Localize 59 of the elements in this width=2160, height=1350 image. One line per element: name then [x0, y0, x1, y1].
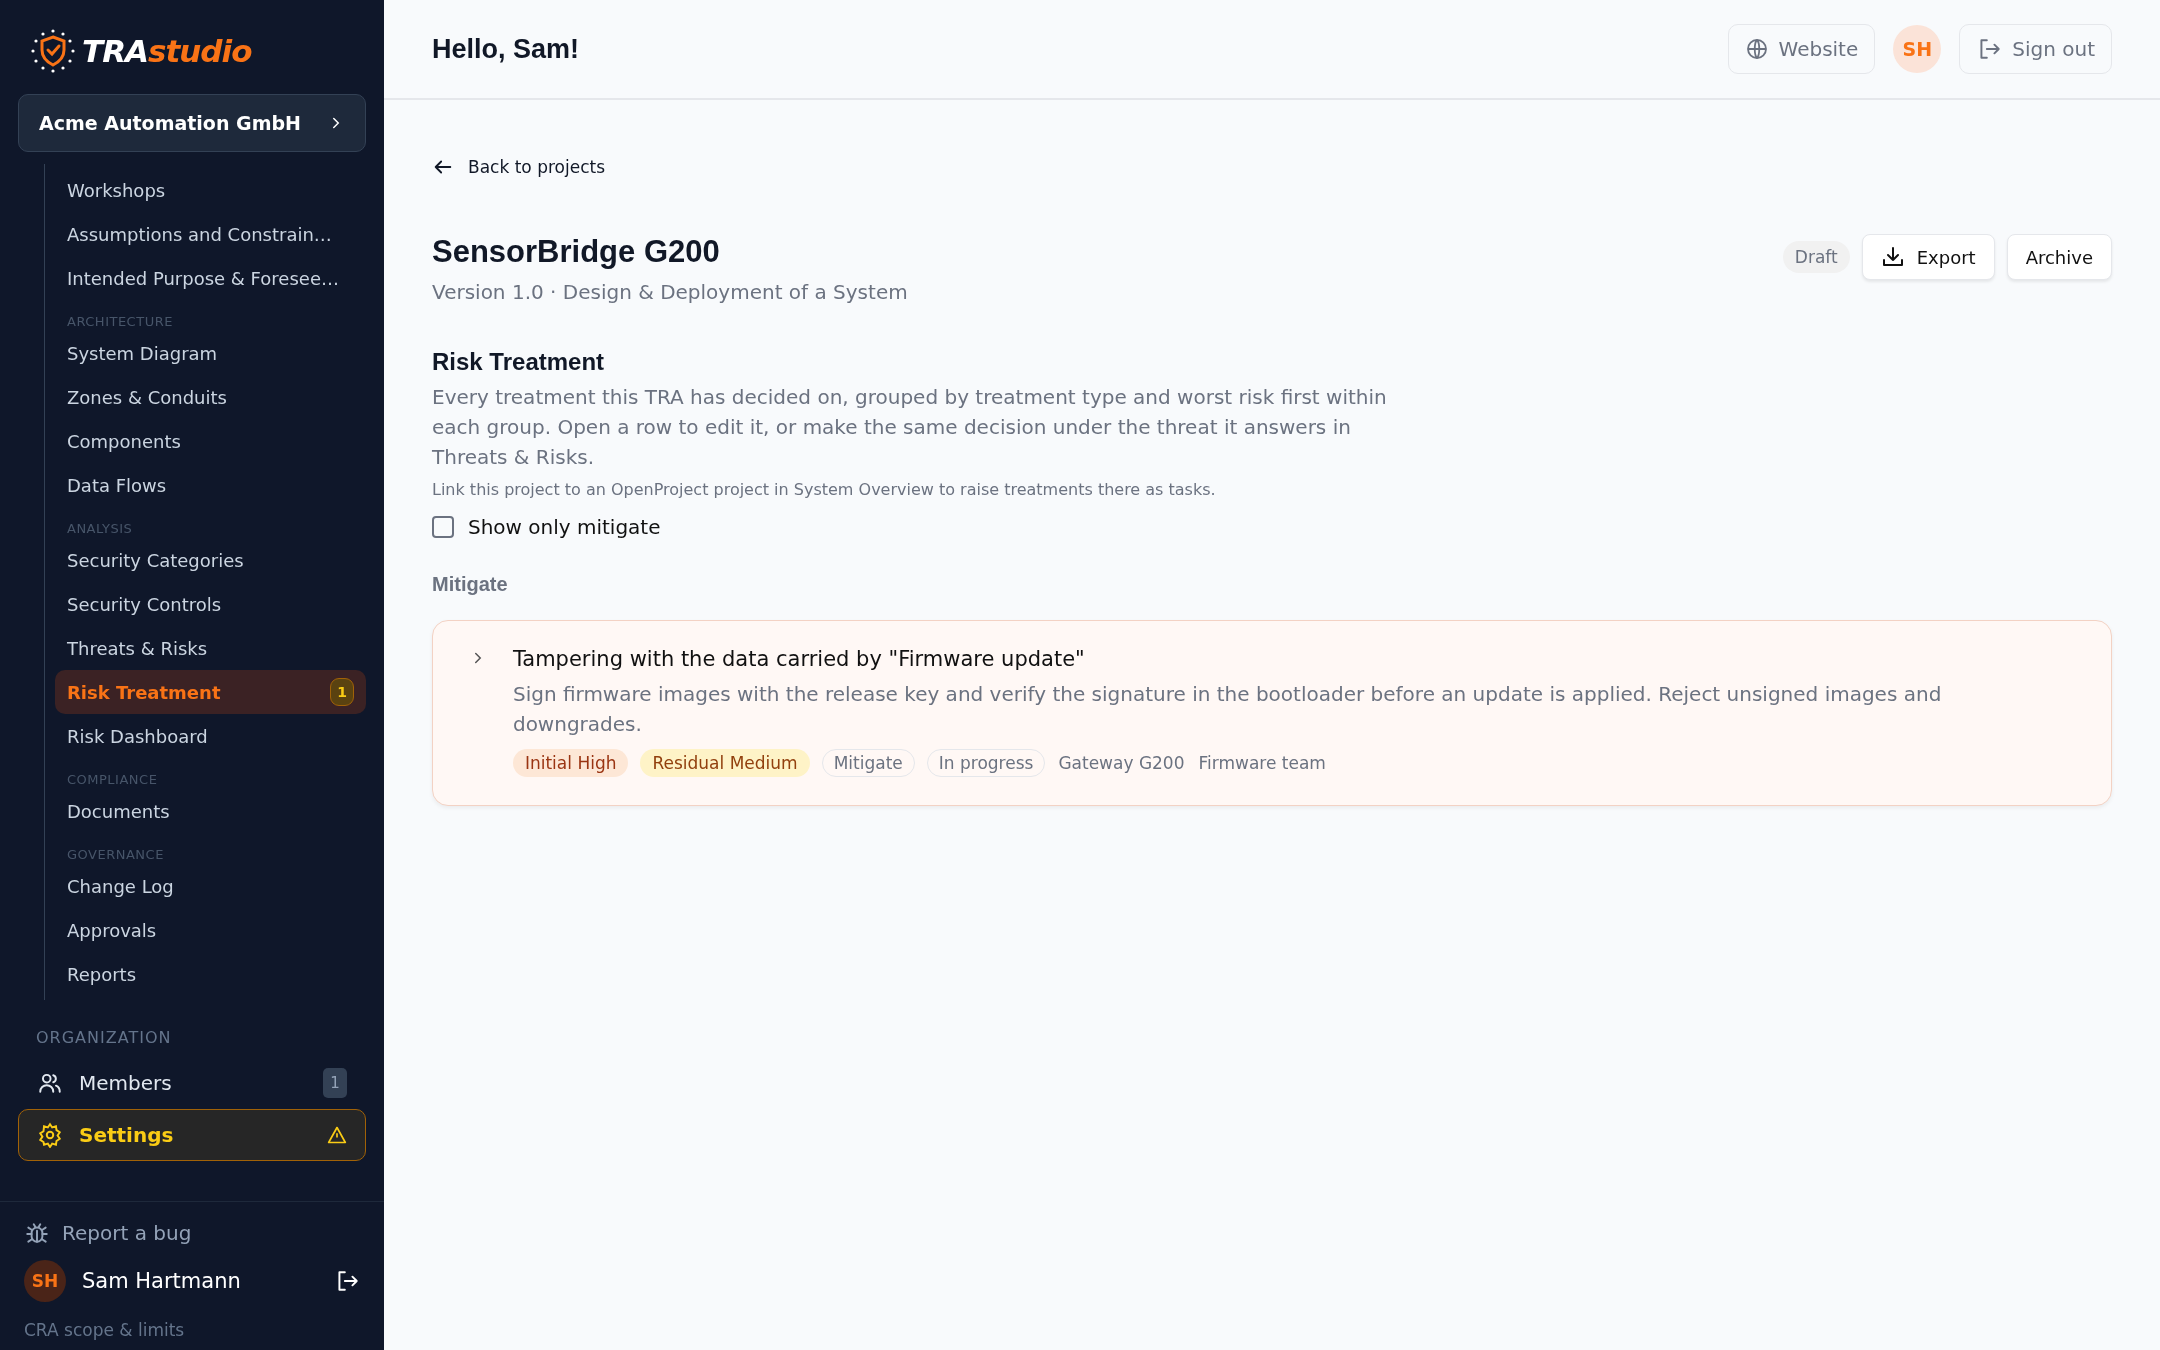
project-subtitle: Version 1.0 · Design & Deployment of a System [432, 280, 908, 304]
section-note: Link this project to an OpenProject project in System Overview to raise treatments there as tasks. [432, 480, 1217, 499]
warning-icon [327, 1125, 347, 1145]
meta-text: Gateway G200 [1057, 752, 1186, 775]
treatment-description: Sign firmware images with the release key and verify the signature in the bootloader before an update is applied. Reject unsigned images and downgrades. [512, 681, 1943, 738]
user-name: Sam Hartmann [82, 1269, 241, 1293]
nav-item[interactable]: Components [55, 419, 366, 463]
nav-item[interactable]: Workshops [55, 168, 366, 212]
gear-icon [37, 1122, 63, 1148]
back-link[interactable]: Back to projects [432, 156, 605, 178]
checkbox-label[interactable]: Show only mitigate [468, 515, 661, 539]
export-button[interactable]: Export [1861, 234, 1995, 280]
nav-item[interactable]: Threats & Risks [55, 626, 366, 670]
nav-section-heading: COMPLIANCE [66, 771, 159, 789]
scope-link[interactable]: CRA scope & limits [24, 1316, 360, 1340]
organization-switcher[interactable]: Acme Automation GmbH [18, 94, 366, 152]
section-title: Risk Treatment [432, 348, 606, 376]
nav-item[interactable]: Members 1 [18, 1057, 366, 1109]
brand-logo: TRAstudio [82, 33, 252, 69]
checkbox[interactable] [432, 516, 454, 538]
bug-icon [24, 1220, 50, 1246]
meta-text: Firmware team [1197, 752, 1327, 775]
download-icon [1880, 245, 1905, 269]
shield-logo-icon [30, 28, 76, 74]
nav-section-heading: ORGANIZATION [35, 1027, 173, 1049]
nav-section-heading: ANALYSIS [66, 520, 134, 538]
nav-item[interactable]: Risk Treatment 1 [55, 670, 366, 714]
count-badge: 1 [330, 678, 354, 706]
website-button[interactable]: Website [1727, 24, 1876, 74]
nav-section-heading: GOVERNANCE [66, 846, 165, 864]
archive-button[interactable]: Archive [2006, 234, 2112, 280]
globe-icon [1744, 37, 1769, 61]
nav-section-heading: ARCHITECTURE [66, 313, 174, 331]
nav-item[interactable]: Risk Dashboard [55, 714, 366, 758]
nav-item[interactable]: Reports [55, 952, 366, 996]
count-badge: 1 [323, 1068, 347, 1098]
nav-item[interactable]: Intended Purpose & Foresee… [55, 256, 366, 300]
nav-item[interactable]: Zones & Conduits [55, 375, 366, 419]
risk-tag: Initial High [512, 749, 629, 777]
nav-item[interactable]: Security Controls [55, 582, 366, 626]
user-avatar: SH [24, 1260, 66, 1302]
sign-out-button[interactable]: Sign out [1959, 24, 2112, 74]
risk-tag: Residual Medium [640, 749, 810, 777]
section-description: Every treatment this TRA has decided on, grouped by treatment type and worst risk first within each group. Open a row to edit it, or make the same decision under the threat it answers in Threats & Risks. [432, 384, 1388, 471]
nav-item[interactable]: Security Categories [55, 538, 366, 582]
treatment-card[interactable] [432, 620, 2112, 806]
treatment-title: Tampering with the data carried by "Firmware update" [512, 647, 1086, 671]
group-heading: Mitigate [432, 573, 509, 596]
greeting: Hello, Sam! [432, 33, 581, 65]
nav-item[interactable]: System Diagram [55, 331, 366, 375]
report-bug-link[interactable]: Report a bug [24, 1220, 360, 1246]
nav-item[interactable]: Assumptions and Constrain… [55, 212, 366, 256]
nav-item[interactable]: Data Flows [55, 463, 366, 507]
nav-item[interactable]: Approvals [55, 908, 366, 952]
nav-item[interactable]: Documents [55, 789, 366, 833]
project-title: SensorBridge G200 [432, 234, 721, 270]
status-badge: Draft [1782, 241, 1850, 273]
nav-item[interactable]: Change Log [55, 864, 366, 908]
nav-item[interactable]: Settings [18, 1109, 366, 1161]
